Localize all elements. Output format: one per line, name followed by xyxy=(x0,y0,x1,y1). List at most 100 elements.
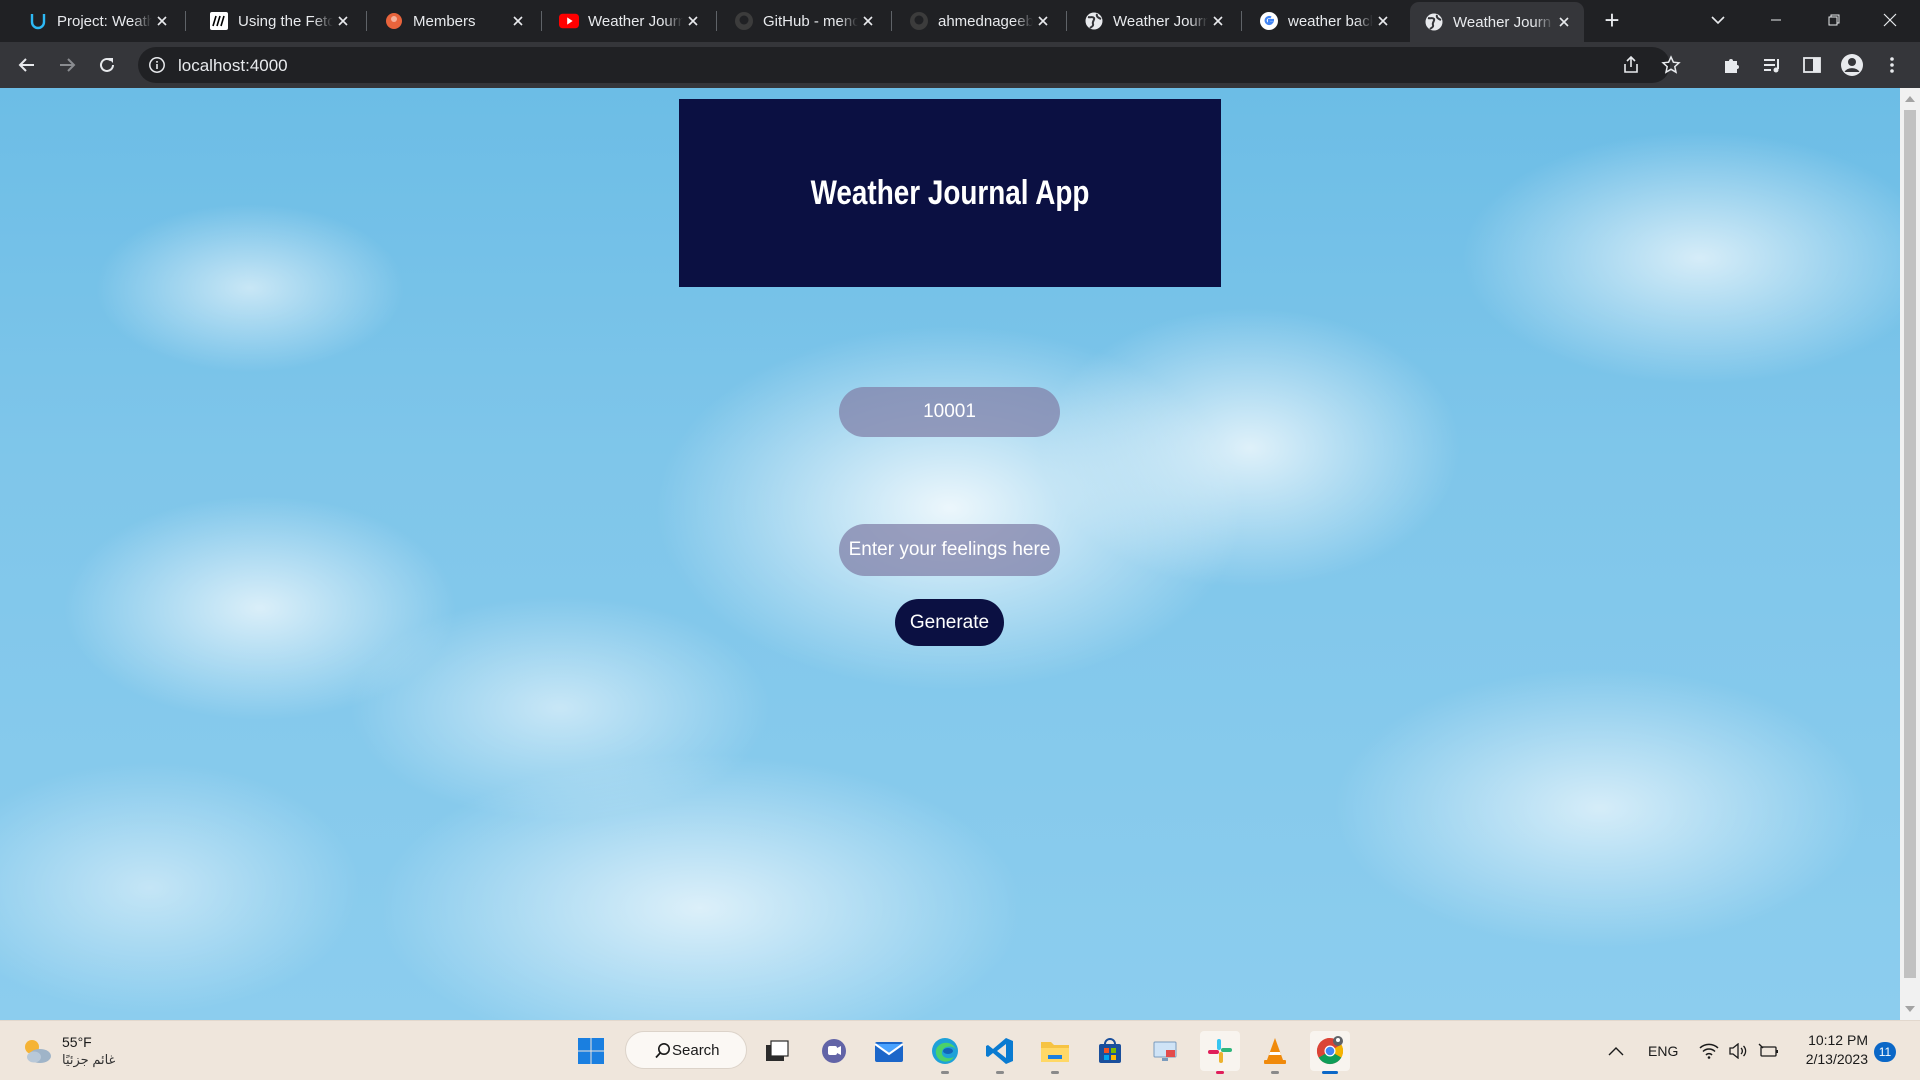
bookmark-star-icon[interactable] xyxy=(1661,55,1681,75)
app-header: Weather Journal App xyxy=(679,99,1221,287)
teams-chat-button[interactable] xyxy=(814,1031,854,1071)
browser-toolbar: localhost:4000 xyxy=(0,42,1920,88)
restore-button[interactable] xyxy=(1806,0,1862,40)
running-indicator xyxy=(1051,1071,1059,1074)
store-app[interactable] xyxy=(1090,1031,1130,1071)
task-view-button[interactable] xyxy=(757,1031,797,1071)
store-icon xyxy=(1099,1038,1121,1063)
new-tab-button[interactable]: + xyxy=(1598,7,1626,35)
more-vertical-icon xyxy=(1890,57,1894,73)
tab-separator xyxy=(366,11,367,31)
running-indicator xyxy=(1271,1071,1279,1074)
tab-search-button[interactable] xyxy=(1690,0,1746,40)
close-tab-icon[interactable] xyxy=(1373,11,1393,31)
file-explorer-app[interactable] xyxy=(1035,1031,1075,1074)
zip-input[interactable] xyxy=(839,387,1060,437)
edge-app[interactable] xyxy=(925,1031,965,1074)
tab-title: Project: Weath xyxy=(57,12,152,30)
globe-icon xyxy=(1084,11,1104,31)
browser-tab[interactable]: ahmednageeb xyxy=(895,4,1063,38)
chrome-app[interactable] xyxy=(1310,1031,1350,1074)
slack-app[interactable] xyxy=(1200,1031,1240,1074)
system-clock[interactable]: 10:12 PM 2/13/2023 xyxy=(1796,1031,1868,1069)
chevron-up-icon xyxy=(1608,1047,1624,1056)
monitor-icon xyxy=(1153,1041,1177,1061)
wifi-status[interactable] xyxy=(1699,1021,1719,1080)
close-tab-icon[interactable] xyxy=(858,11,878,31)
generate-button[interactable]: Generate xyxy=(895,599,1004,646)
close-tab-icon[interactable] xyxy=(508,11,528,31)
back-button[interactable] xyxy=(11,49,43,81)
extensions-button[interactable] xyxy=(1720,53,1744,77)
google-icon xyxy=(1259,11,1279,31)
close-tab-icon[interactable] xyxy=(1208,11,1228,31)
folder-icon xyxy=(1041,1042,1069,1062)
browser-tab[interactable]: Weather Journ xyxy=(1410,2,1584,42)
clock-date: 2/13/2023 xyxy=(1805,1051,1868,1067)
battery-status[interactable] xyxy=(1758,1021,1780,1080)
vlc-app[interactable] xyxy=(1255,1031,1295,1074)
tab-title: Weather Journ xyxy=(588,12,683,30)
playlist-icon xyxy=(1764,59,1779,73)
side-panel-button[interactable] xyxy=(1800,53,1824,77)
chevron-down-icon xyxy=(1711,16,1725,25)
vertical-scrollbar[interactable] xyxy=(1900,88,1920,1020)
minimize-button[interactable] xyxy=(1748,0,1804,40)
media-controls-button[interactable] xyxy=(1760,53,1784,77)
share-icon[interactable] xyxy=(1621,55,1641,75)
vscode-app[interactable] xyxy=(980,1031,1020,1074)
clock-time: 10:12 PM xyxy=(1808,1032,1868,1048)
browser-tab[interactable]: Using the Fetc xyxy=(195,4,363,38)
reload-button[interactable] xyxy=(91,49,123,81)
search-icon xyxy=(655,1043,670,1059)
notification-badge[interactable]: 11 xyxy=(1874,1042,1896,1062)
remote-desktop-app[interactable] xyxy=(1145,1031,1185,1071)
forward-button[interactable] xyxy=(51,49,83,81)
close-tab-icon[interactable] xyxy=(683,11,703,31)
tab-title: Weather Journ xyxy=(1113,12,1208,30)
browser-tab[interactable]: GitHub - menc xyxy=(720,4,888,38)
arrow-right-icon xyxy=(60,58,76,72)
start-button[interactable] xyxy=(571,1031,611,1071)
close-tab-icon[interactable] xyxy=(1033,11,1053,31)
browser-tab[interactable]: Weather Journ xyxy=(545,4,713,38)
search-label: Search xyxy=(672,1041,720,1059)
profile-button[interactable] xyxy=(1840,53,1864,77)
taskbar-search[interactable]: Search xyxy=(625,1031,747,1069)
weather-widget[interactable]: 55°F غائم جزئيًا xyxy=(20,1031,115,1071)
scroll-up-arrow[interactable] xyxy=(1905,96,1915,102)
browser-tab[interactable]: weather backc xyxy=(1245,4,1403,38)
github-icon xyxy=(909,11,929,31)
site-info-icon[interactable] xyxy=(148,56,166,74)
page-title: Weather Journal App xyxy=(810,173,1090,212)
close-tab-icon[interactable] xyxy=(1554,12,1574,32)
mail-icon xyxy=(874,1042,904,1062)
close-window-button[interactable] xyxy=(1862,0,1918,40)
close-icon xyxy=(1883,13,1897,27)
close-tab-icon[interactable] xyxy=(152,11,172,31)
language-indicator[interactable]: ENG xyxy=(1648,1021,1678,1080)
mdn-icon xyxy=(209,11,229,31)
scrollbar-thumb[interactable] xyxy=(1904,110,1916,978)
speaker-icon xyxy=(1729,1043,1747,1059)
chrome-icon xyxy=(1316,1036,1344,1065)
close-tab-icon[interactable] xyxy=(333,11,353,31)
show-hidden-icons-button[interactable] xyxy=(1608,1021,1624,1080)
address-bar[interactable]: localhost:4000 xyxy=(138,47,1681,83)
mail-app[interactable] xyxy=(869,1031,909,1071)
browser-tab[interactable]: Weather Journ xyxy=(1070,4,1238,38)
tab-separator xyxy=(716,11,717,31)
feelings-input[interactable] xyxy=(839,524,1060,576)
globe-icon xyxy=(1424,12,1444,32)
running-indicator xyxy=(941,1071,949,1074)
chrome-menu-button[interactable] xyxy=(1880,53,1904,77)
tab-title: Members xyxy=(413,12,476,30)
edge-icon xyxy=(932,1038,958,1064)
tab-title: GitHub - menc xyxy=(763,12,858,30)
restore-icon xyxy=(1828,14,1840,26)
browser-tab[interactable]: Members xyxy=(370,4,538,38)
browser-tab[interactable]: Project: Weath xyxy=(14,4,182,38)
volume-status[interactable] xyxy=(1728,1021,1748,1080)
scroll-down-arrow[interactable] xyxy=(1905,1006,1915,1012)
windows-logo-icon xyxy=(578,1038,604,1064)
